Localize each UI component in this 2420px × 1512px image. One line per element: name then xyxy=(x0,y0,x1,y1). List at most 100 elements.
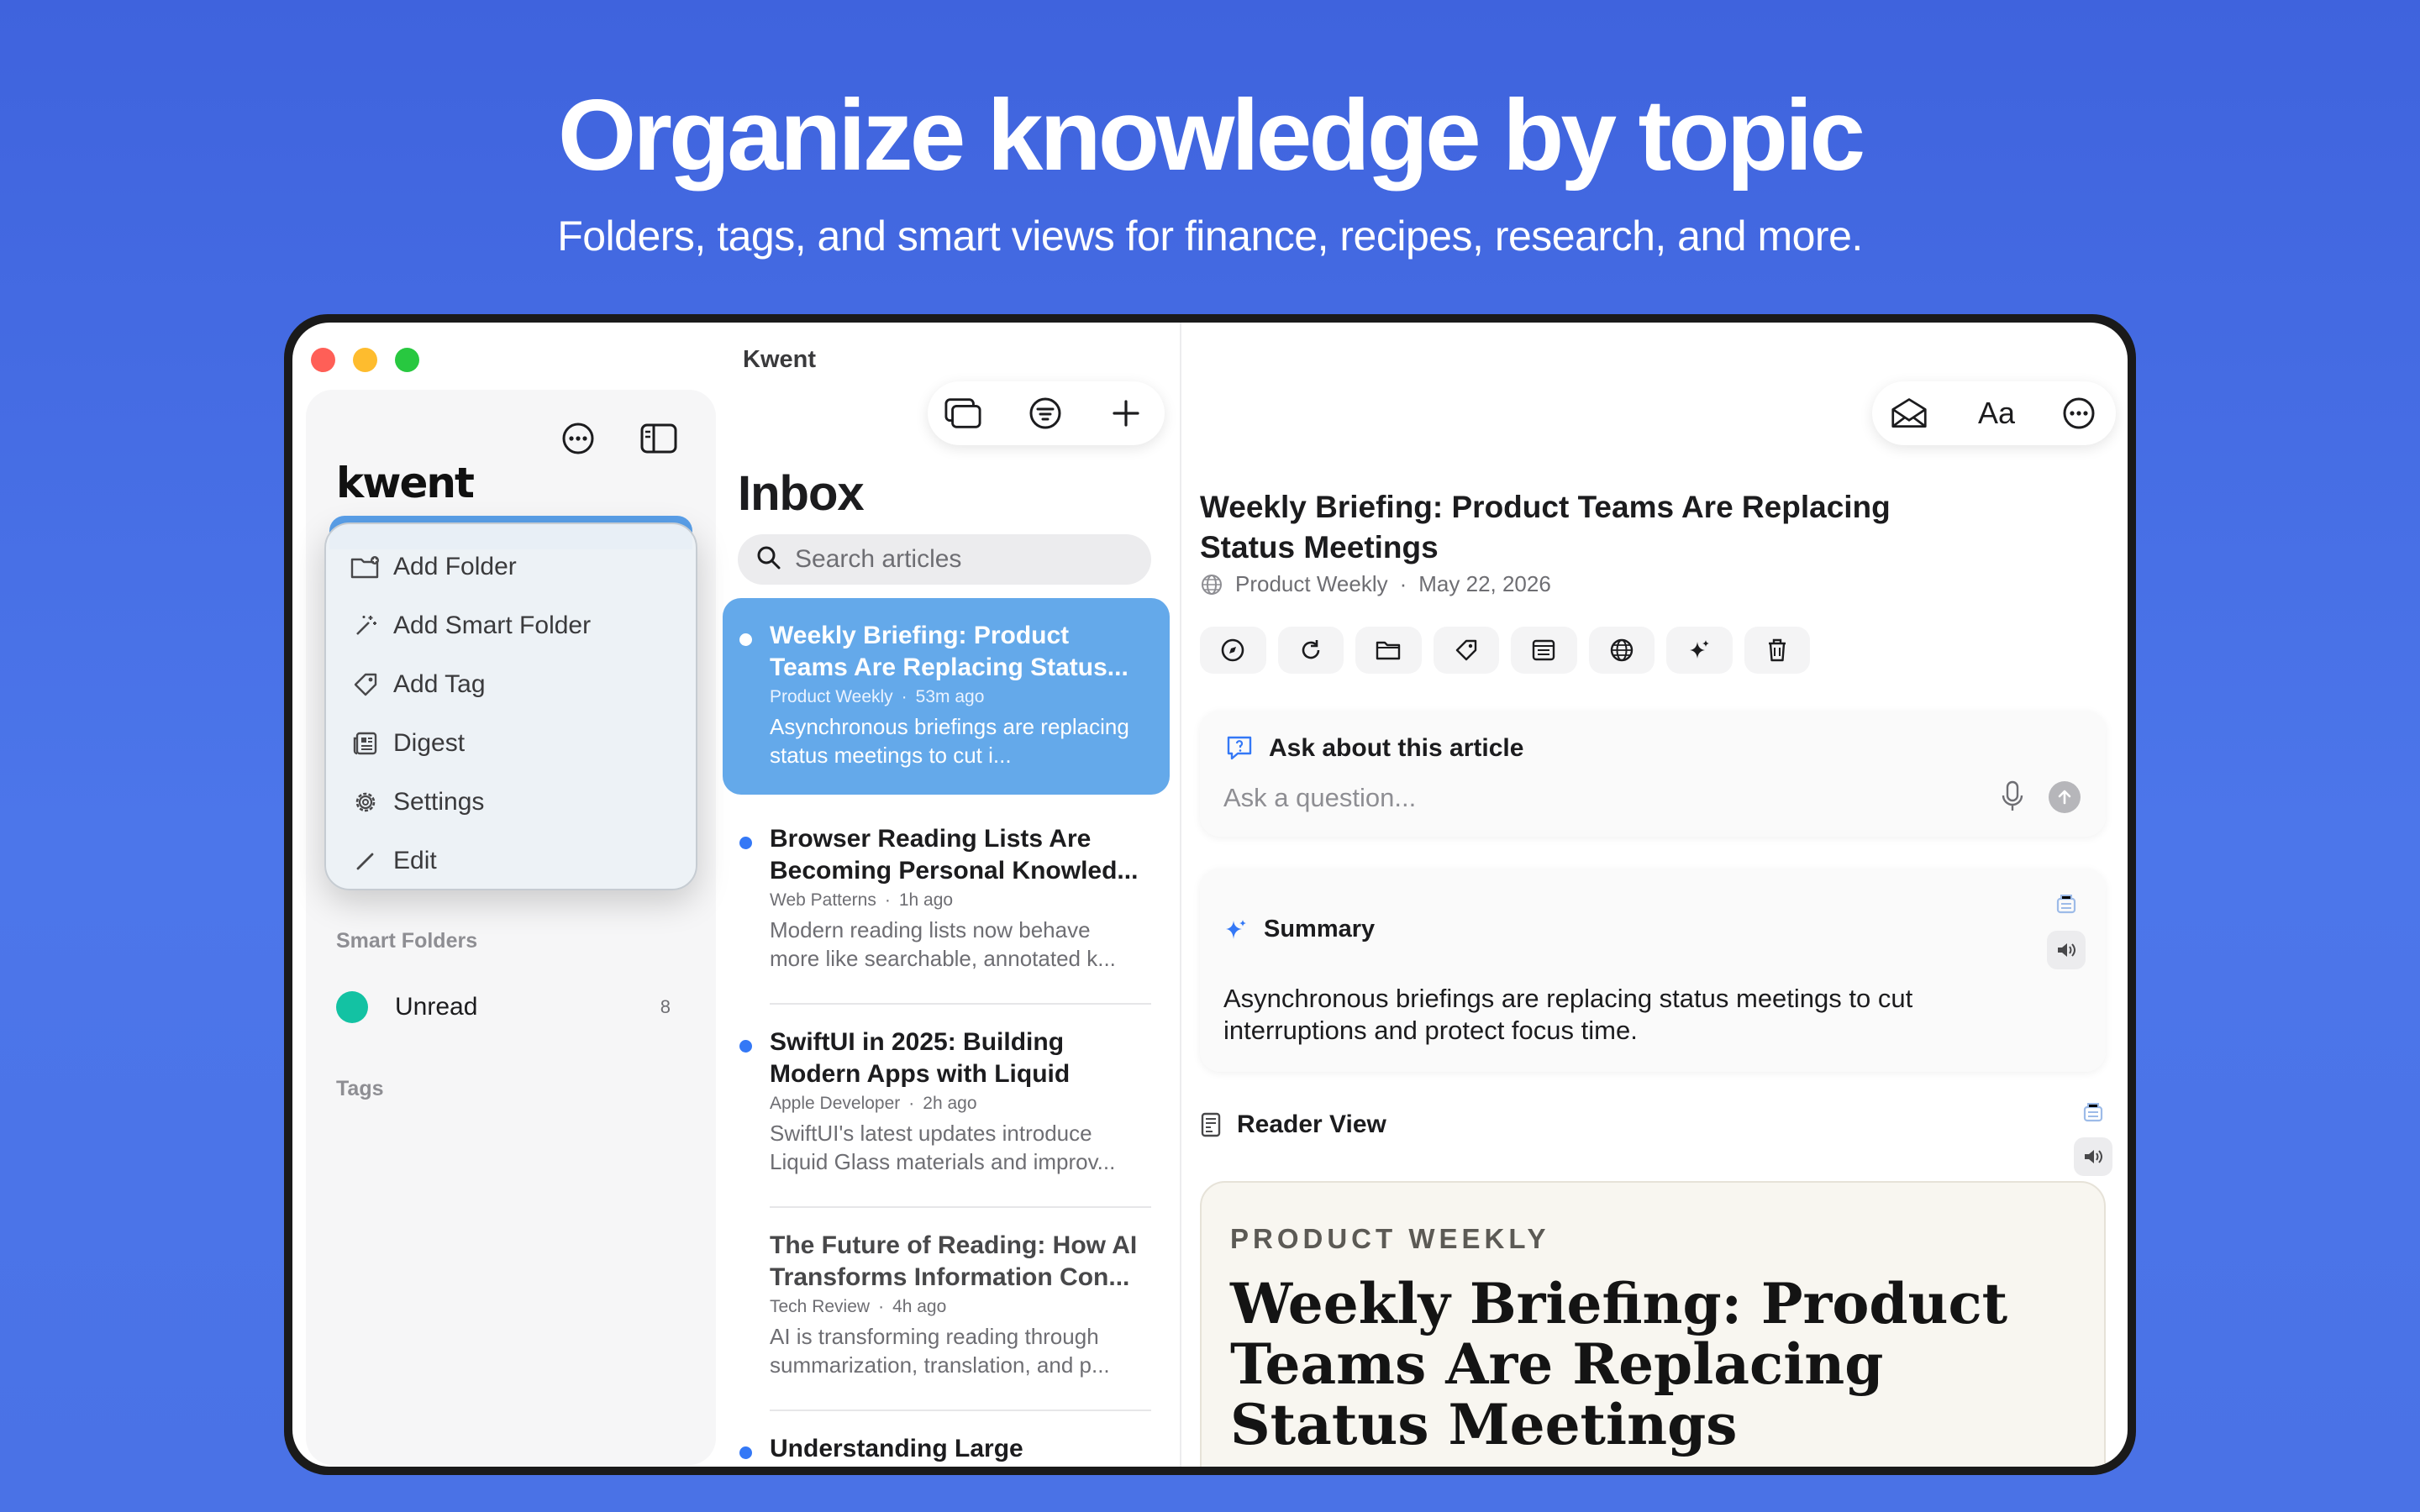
app-window: Kwent kwent Add Folder Add Smart Folder xyxy=(284,314,2136,1475)
menu-item-label: Add Folder xyxy=(393,553,517,580)
article-source: Tech Review xyxy=(770,1297,871,1316)
hero-headline: Organize knowledge by topic xyxy=(557,79,1865,192)
minimize-window-button[interactable] xyxy=(353,348,377,372)
article-time: 4h ago xyxy=(892,1297,947,1316)
close-window-button[interactable] xyxy=(311,348,335,372)
reader-source: PRODUCT WEEKLY xyxy=(1230,1223,1550,1254)
speaker-icon[interactable] xyxy=(2074,1137,2112,1176)
more-options-icon[interactable] xyxy=(560,420,597,457)
send-arrow-icon[interactable] xyxy=(2049,781,2081,813)
article-time: 2h ago xyxy=(923,1094,977,1113)
search-input[interactable]: Search articles xyxy=(738,534,1151,585)
article-time: 1h ago xyxy=(898,890,954,910)
ask-question-input[interactable]: Ask a question... xyxy=(1223,783,1416,813)
reader-view-card: PRODUCT WEEKLY Weekly Briefing: Product … xyxy=(1200,1181,2106,1467)
plus-icon[interactable] xyxy=(1107,395,1144,432)
article-source: Product Weekly xyxy=(770,687,893,706)
folder-add-icon xyxy=(350,551,381,583)
article-row[interactable]: The Future of Reading: How AI Transforms… xyxy=(723,1208,1170,1411)
summary-heading: Summary xyxy=(1223,916,1375,943)
menu-item-label: Add Smart Folder xyxy=(393,612,592,639)
trash-icon[interactable] xyxy=(1744,627,1810,674)
article-source: Product Weekly xyxy=(1235,571,1388,596)
menu-item-add-tag[interactable]: Add Tag xyxy=(326,655,696,714)
document-icon xyxy=(1200,1111,1222,1138)
list-toolbar xyxy=(928,381,1165,445)
chat-bubble-question-icon xyxy=(1225,735,1254,762)
search-placeholder: Search articles xyxy=(795,545,962,573)
refresh-icon[interactable] xyxy=(1277,627,1344,674)
gear-icon xyxy=(350,786,381,818)
article-source: Web Patterns xyxy=(770,890,876,910)
newspaper-icon xyxy=(350,727,381,759)
unread-indicator xyxy=(739,1040,752,1053)
article-list: Weekly Briefing: Product Teams Are Repla… xyxy=(723,598,1170,1462)
text-size-button[interactable]: Aa xyxy=(1971,395,2022,432)
menu-item-add-folder[interactable]: Add Folder xyxy=(326,538,696,596)
article-excerpt: Asynchronous briefings are replacing sta… xyxy=(770,714,1129,768)
sparkles-icon[interactable] xyxy=(1666,627,1733,674)
copy-icon[interactable] xyxy=(2047,885,2086,924)
sidebar-toggle-icon[interactable] xyxy=(640,420,677,457)
article-heading: Weekly Briefing: Product Teams Are Repla… xyxy=(1200,490,1891,564)
menu-item-settings[interactable]: Settings xyxy=(326,773,696,832)
article-excerpt: SwiftUI's latest updates introduce Liqui… xyxy=(770,1121,1116,1174)
sidebar: kwent Add Folder Add Smart Folder Add Ta… xyxy=(306,390,716,1465)
summary-card: Summary Asynchronous briefings are repla… xyxy=(1200,869,2106,1072)
speaker-icon[interactable] xyxy=(2047,931,2086,969)
article-byline: Product Weekly · May 22, 2026 xyxy=(1200,571,1551,597)
tag-icon xyxy=(350,669,381,701)
article-excerpt: Modern reading lists now behave more lik… xyxy=(770,917,1116,971)
reader-title: Weekly Briefing: Product Teams Are Repla… xyxy=(1230,1271,2008,1457)
article-source: Apple Developer xyxy=(770,1094,901,1113)
smart-folder-count: 8 xyxy=(660,996,671,1017)
article-meta: Web Patterns · 1h ago xyxy=(770,890,954,910)
menu-item-edit[interactable]: Edit xyxy=(326,832,696,890)
article-row[interactable]: Understanding Large xyxy=(723,1411,1170,1462)
menu-item-label: Edit xyxy=(393,847,437,874)
smart-folders-heading: Smart Folders xyxy=(336,929,478,953)
menu-item-add-smart-folder[interactable]: Add Smart Folder xyxy=(326,596,696,655)
reader-mode-icon[interactable] xyxy=(1511,627,1577,674)
microphone-icon[interactable] xyxy=(2000,780,2025,817)
more-options-icon[interactable] xyxy=(2060,395,2097,432)
menu-item-label: Settings xyxy=(393,788,485,816)
article-excerpt: AI is transforming reading through summa… xyxy=(770,1324,1110,1378)
summary-heading-text: Summary xyxy=(1264,916,1376,942)
article-title: The Future of Reading: How AI Transforms… xyxy=(770,1231,1138,1291)
menu-item-digest[interactable]: Digest xyxy=(326,714,696,773)
smart-folder-unread[interactable]: Unread 8 xyxy=(336,986,689,1028)
article-row[interactable]: SwiftUI in 2025: Building Modern Apps wi… xyxy=(723,1005,1170,1208)
article-title: SwiftUI in 2025: Building Modern Apps wi… xyxy=(770,1028,1071,1088)
app-window-content: Kwent kwent Add Folder Add Smart Folder xyxy=(292,323,2128,1467)
ask-article-card: Ask about this article Ask a question... xyxy=(1200,711,2106,837)
article-meta: Product Weekly · 53m ago xyxy=(770,687,985,706)
tags-heading: Tags xyxy=(336,1077,384,1100)
multi-window-icon[interactable] xyxy=(944,395,981,432)
article-row[interactable]: Browser Reading Lists Are Becoming Perso… xyxy=(723,801,1170,1005)
maximize-window-button[interactable] xyxy=(395,348,419,372)
list-title: Inbox xyxy=(738,466,865,521)
folder-icon[interactable] xyxy=(1355,627,1422,674)
compass-icon[interactable] xyxy=(1200,627,1266,674)
reader-view-label: Reader View xyxy=(1237,1110,1386,1138)
menu-item-label: Add Tag xyxy=(393,670,486,698)
envelope-open-icon[interactable] xyxy=(1891,395,1928,432)
unread-dot-icon xyxy=(336,991,368,1023)
ask-heading: Ask about this article xyxy=(1225,734,1523,763)
unread-indicator xyxy=(739,1446,752,1459)
article-row[interactable]: Weekly Briefing: Product Teams Are Repla… xyxy=(723,598,1170,795)
search-icon xyxy=(756,545,781,575)
summary-text: Asynchronous briefings are replacing sta… xyxy=(1223,984,1913,1045)
article-title: Browser Reading Lists Are Becoming Perso… xyxy=(770,825,1139,885)
article-date: May 22, 2026 xyxy=(1418,571,1551,596)
article-title: Understanding Large xyxy=(770,1435,1023,1462)
smart-folder-label: Unread xyxy=(395,993,478,1021)
reader-view-heading: Reader View xyxy=(1200,1110,1386,1139)
globe-icon[interactable] xyxy=(1588,627,1655,674)
tag-icon[interactable] xyxy=(1433,627,1499,674)
menu-item-label: Digest xyxy=(393,729,466,757)
copy-icon[interactable] xyxy=(2074,1094,2112,1132)
filter-icon[interactable] xyxy=(1027,395,1064,432)
magic-wand-icon xyxy=(350,610,381,642)
